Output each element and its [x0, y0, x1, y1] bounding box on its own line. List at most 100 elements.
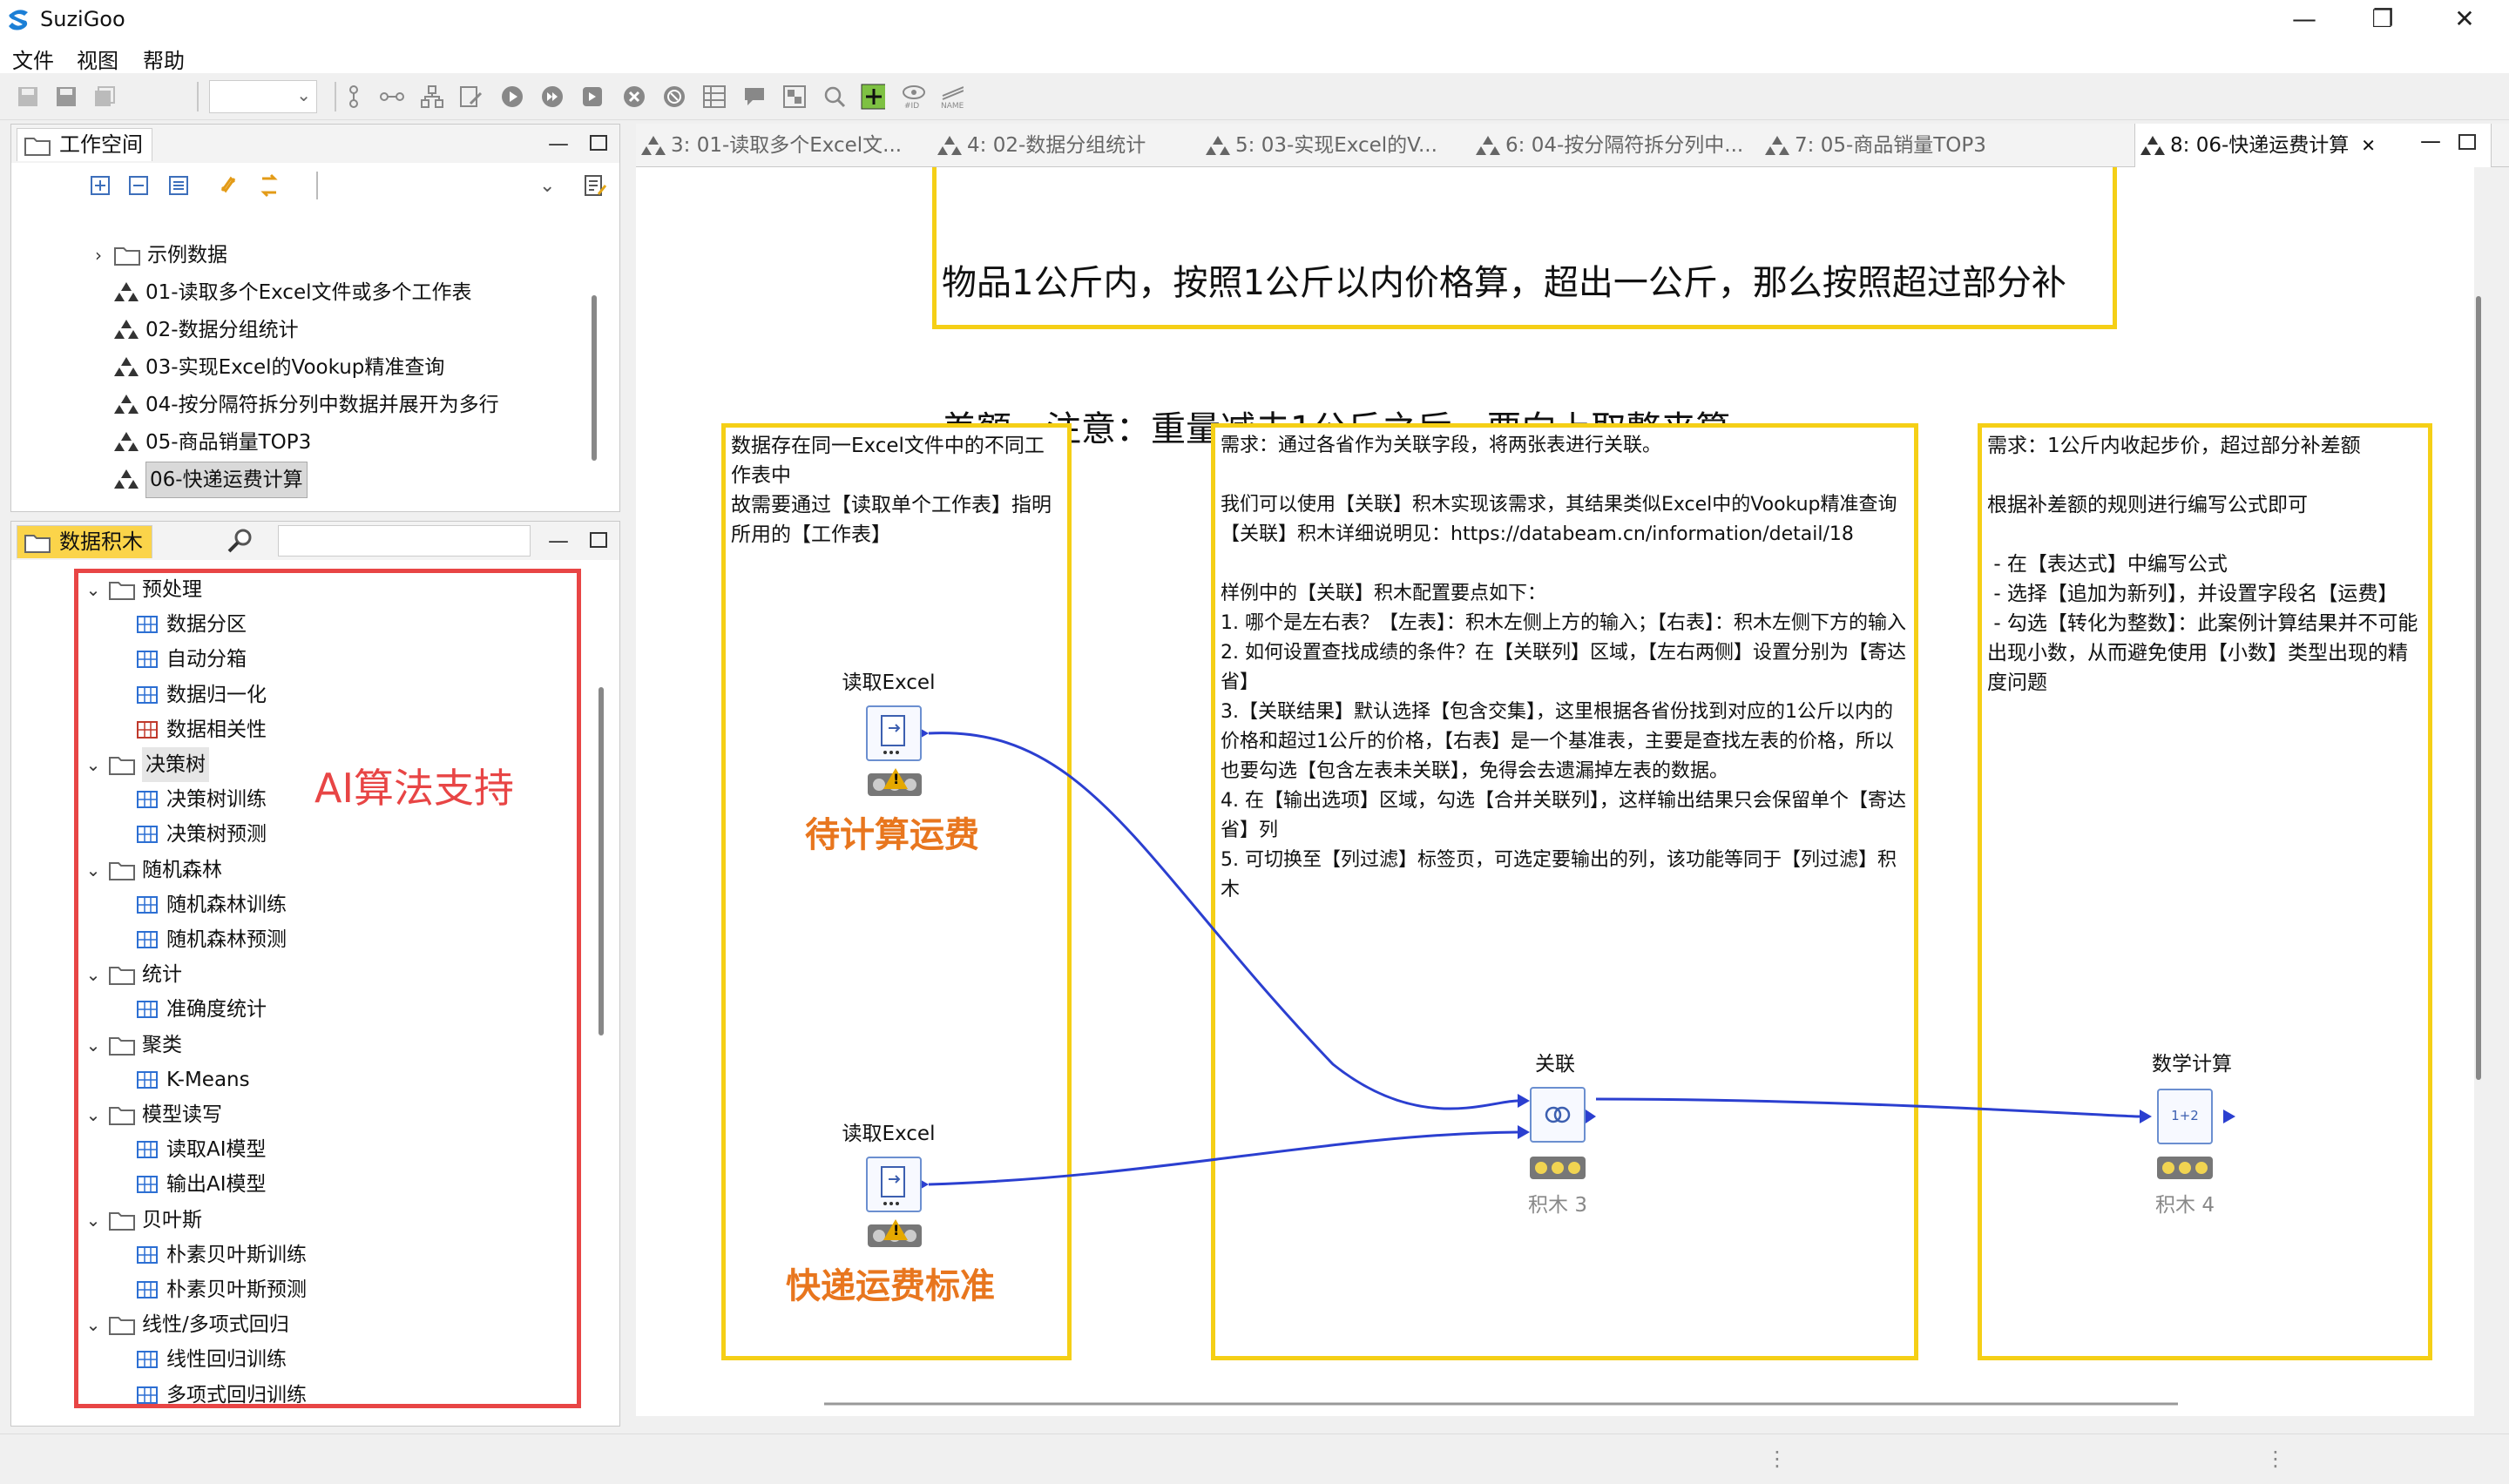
workspace-workflow-item[interactable]: 03-实现Excel的Vookup精准查询	[114, 350, 444, 385]
node-excel2[interactable]	[866, 1157, 922, 1212]
close-tab-icon[interactable]: ✕	[2361, 135, 2376, 156]
math-icon: 1+2	[2171, 1108, 2199, 1123]
tree-item-label: 02-数据分组统计	[145, 319, 299, 341]
chevron-down-icon: ⌄	[296, 84, 311, 105]
minimize-button[interactable]: —	[2265, 0, 2343, 40]
app-logo-icon	[9, 10, 28, 30]
toolbar: ⌄ #ID NAME	[0, 73, 2509, 120]
workspace-folder[interactable]: › 示例数据	[90, 238, 227, 273]
editor-tab-label: 7: 05-商品销量TOP3	[1795, 134, 1986, 157]
zoom-icon[interactable]	[822, 84, 847, 109]
editor-tab[interactable]: 4: 02-数据分组统计	[932, 124, 1194, 167]
close-button[interactable]: ✕	[2425, 0, 2504, 40]
run-all-icon[interactable]	[540, 84, 565, 109]
expand-all-icon[interactable]	[90, 175, 111, 199]
align-icon[interactable]	[342, 84, 366, 109]
editor-tab[interactable]: 6: 04-按分隔符拆分列中...	[1471, 124, 1749, 167]
cancel-icon[interactable]	[622, 84, 646, 109]
edge-join-math	[1595, 1097, 2140, 1118]
workspace-tab[interactable]: 工作空间	[17, 128, 152, 161]
blocks-tab[interactable]: 数据积木	[17, 525, 152, 558]
workflow-icon	[1765, 136, 1789, 155]
node-join[interactable]	[1530, 1087, 1586, 1143]
folder-icon	[24, 535, 51, 553]
save-as-icon[interactable]	[54, 84, 78, 109]
grid-icon[interactable]	[861, 84, 885, 110]
blocks-search-input[interactable]	[278, 525, 531, 556]
workspace-workflow-item[interactable]: 06-快递运费计算	[114, 462, 308, 498]
workspace-panel-header: 工作空间 —	[11, 125, 619, 163]
join-icon	[1545, 1106, 1571, 1123]
collapse-all-icon[interactable]	[128, 175, 149, 199]
blocks-scrollbar[interactable]	[599, 687, 604, 1035]
collapse-icon[interactable]	[168, 175, 189, 199]
new-workflow-icon[interactable]	[583, 173, 607, 201]
workspace-workflow-item[interactable]: 02-数据分组统计	[114, 313, 299, 347]
editor-tab[interactable]: 7: 05-商品销量TOP3	[1760, 124, 2126, 167]
maximize-editor-button[interactable]	[2458, 134, 2476, 150]
minimize-editor-button[interactable]: —	[2420, 129, 2441, 153]
node-excel1[interactable]	[866, 705, 922, 761]
workspace-workflow-item[interactable]: 05-商品销量TOP3	[114, 425, 311, 460]
workspace-scrollbar[interactable]	[592, 295, 597, 461]
chevron-right-icon[interactable]: ›	[90, 238, 107, 273]
menu-view[interactable]: 视图	[77, 44, 118, 74]
search-icon[interactable]	[226, 527, 255, 558]
layout-icon[interactable]	[782, 84, 807, 109]
node-join-title: 关联	[1535, 1053, 1575, 1076]
workflow-icon	[114, 320, 139, 339]
cancel-all-icon[interactable]	[662, 84, 686, 109]
editor-tab-label: 3: 01-读取多个Excel文...	[671, 134, 903, 157]
status-divider: ⋮	[1767, 1447, 1788, 1471]
maximize-panel-button[interactable]	[590, 532, 607, 548]
editor-tab[interactable]: 3: 01-读取多个Excel文...	[636, 124, 923, 167]
save-all-icon[interactable]	[92, 84, 117, 109]
minimize-panel-button[interactable]: —	[548, 132, 569, 156]
editor-tab-label: 4: 02-数据分组统计	[967, 134, 1146, 157]
chevron-down-icon[interactable]: ⌄	[539, 175, 555, 197]
table-view-icon[interactable]	[702, 84, 727, 109]
menu-file[interactable]: 文件	[12, 44, 54, 74]
hierarchy-icon[interactable]	[420, 84, 444, 109]
sync-icon[interactable]	[257, 173, 281, 201]
toolbar-separator	[335, 82, 336, 111]
save-icon[interactable]	[16, 84, 40, 109]
workspace-workflow-item[interactable]: 04-按分隔符拆分列中数据并展开为多行	[114, 388, 499, 422]
node-math[interactable]: 1+2	[2157, 1089, 2213, 1144]
arrow-head	[1518, 1094, 1530, 1108]
node-join-status	[1530, 1157, 1586, 1179]
maximize-panel-button[interactable]	[590, 135, 607, 151]
folder-icon	[24, 138, 51, 156]
run-step-icon[interactable]	[580, 84, 605, 109]
workflow-icon	[937, 136, 962, 155]
comment-icon[interactable]	[742, 84, 767, 109]
configure-icon[interactable]	[458, 84, 483, 109]
minimize-panel-button[interactable]: —	[548, 529, 569, 553]
title-bar: SuziGoo — ❐ ✕	[0, 0, 2509, 40]
workspace-tab-label: 工作空间	[59, 132, 143, 157]
connect-icon[interactable]	[380, 84, 404, 109]
arrow-head	[2223, 1110, 2235, 1123]
run-icon[interactable]	[500, 84, 524, 109]
status-divider: ⋮	[2265, 1447, 2286, 1471]
workflow-icon	[114, 432, 139, 451]
menu-help[interactable]: 帮助	[143, 44, 185, 74]
node-excel1-title: 读取Excel	[842, 671, 936, 694]
canvas-vscroll[interactable]	[2476, 296, 2481, 1080]
node-name-icon[interactable]: NAME	[939, 84, 964, 110]
workspace-workflow-item[interactable]: 01-读取多个Excel文件或多个工作表	[114, 275, 472, 310]
zoom-select[interactable]: ⌄	[209, 80, 317, 113]
blocks-panel: 数据积木 — ⌄ 预处理 数据分区 自动分箱 数据归一化 数据相关性 ⌄ 决策树 决策树训练 决策…	[10, 521, 620, 1427]
svg-text:#ID: #ID	[904, 102, 919, 110]
tree-item-label: 06-快递运费计算	[145, 462, 308, 498]
arrow-head	[1586, 1110, 1596, 1123]
refresh-icon[interactable]	[217, 173, 241, 201]
workflow-canvas[interactable]: 物品1公斤内，按照1公斤以内价格算，超出一公斤，那么按照超过部分补 差额，注意：…	[636, 167, 2474, 1416]
tree-item-label: 05-商品销量TOP3	[145, 431, 312, 454]
svg-text:NAME: NAME	[941, 102, 964, 110]
restore-button[interactable]: ❐	[2343, 0, 2422, 40]
node-id-icon[interactable]: #ID	[901, 84, 925, 110]
editor-tab[interactable]: 5: 03-实现Excel的V...	[1200, 124, 1462, 167]
edge-excel2-join	[928, 1130, 1518, 1186]
workflow-icon	[114, 357, 139, 376]
